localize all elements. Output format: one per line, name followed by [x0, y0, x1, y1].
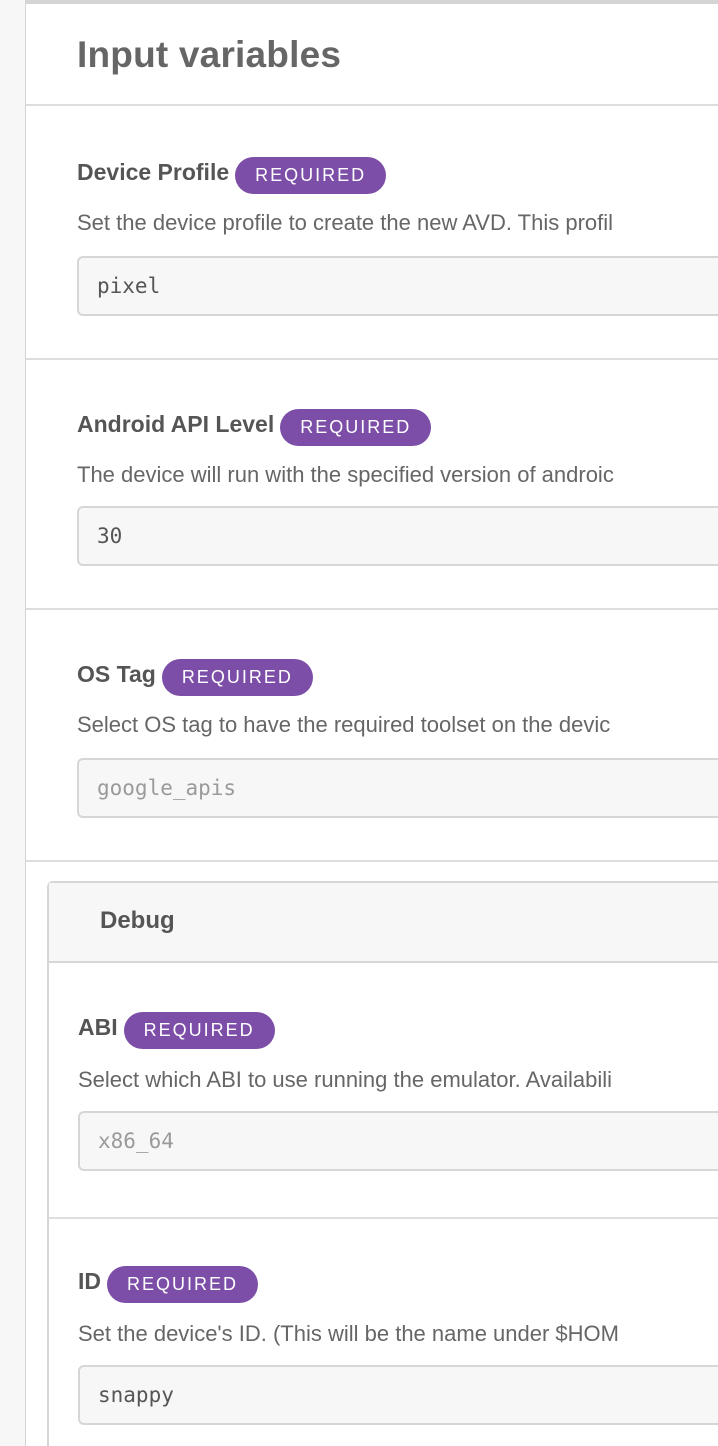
field-description: Set the device's ID. (This will be the n…	[78, 1321, 619, 1346]
section-divider	[26, 608, 718, 610]
input-variables-panel: Input variables Device Profile REQUIRED …	[25, 0, 718, 1446]
section-divider	[26, 860, 718, 862]
field-description: The device will run with the specified v…	[77, 462, 614, 487]
field-label: ID	[78, 1268, 101, 1294]
required-badge: REQUIRED	[280, 409, 432, 446]
required-badge: REQUIRED	[123, 1012, 275, 1049]
android-api-level-input[interactable]	[77, 506, 718, 566]
field-label-row: ABI REQUIRED	[78, 1009, 275, 1049]
field-label: Android API Level	[77, 411, 275, 437]
page-title: Input variables	[77, 34, 342, 75]
id-input[interactable]	[78, 1365, 718, 1425]
field-label: Device Profile	[77, 159, 230, 185]
field-label-row: Android API Level REQUIRED	[77, 406, 432, 446]
field-label-row: Device Profile REQUIRED	[77, 154, 387, 194]
debug-group: Debug ABI REQUIRED Select which ABI to u…	[47, 881, 718, 1446]
section-divider	[49, 1217, 718, 1219]
os-tag-input[interactable]	[77, 758, 718, 818]
required-badge: REQUIRED	[161, 659, 313, 696]
required-badge: REQUIRED	[107, 1266, 259, 1303]
device-profile-input[interactable]	[77, 256, 718, 316]
field-label: OS Tag	[77, 661, 156, 687]
required-badge: REQUIRED	[235, 157, 387, 194]
field-label-row: OS Tag REQUIRED	[77, 656, 313, 696]
abi-input[interactable]	[78, 1111, 718, 1171]
field-label-row: ID REQUIRED	[78, 1263, 259, 1303]
title-divider	[26, 104, 718, 106]
field-description: Select which ABI to use running the emul…	[78, 1067, 613, 1092]
debug-group-title: Debug	[100, 907, 175, 934]
field-description: Select OS tag to have the required tools…	[77, 712, 611, 737]
field-label: ABI	[78, 1014, 118, 1040]
debug-group-header[interactable]: Debug	[49, 883, 718, 963]
field-description: Set the device profile to create the new…	[77, 210, 614, 235]
section-divider	[26, 358, 718, 360]
